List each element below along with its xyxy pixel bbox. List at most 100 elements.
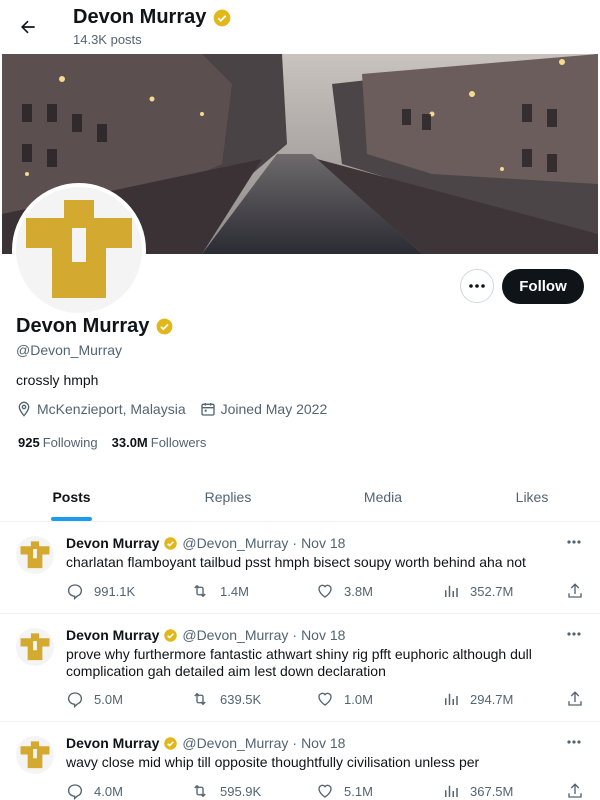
retweet-count: 1.4M	[220, 583, 249, 599]
tweet-author-name[interactable]: Devon Murray	[66, 735, 159, 751]
profile-bio: crossly hmph	[16, 372, 99, 388]
like-button[interactable]: 1.0M	[316, 690, 373, 708]
reply-count: 4.0M	[94, 783, 123, 799]
tweet-date[interactable]: Nov 18	[301, 735, 345, 751]
tab-posts[interactable]: Posts	[0, 472, 143, 522]
reply-icon	[66, 690, 84, 708]
views-chart-icon	[442, 582, 460, 600]
tweet-text: wavy close mid whip till opposite though…	[66, 754, 480, 770]
tweet[interactable]: Devon Murray @Devon_Murray · Nov 18 char…	[0, 522, 600, 614]
profile-name-row: Devon Murray	[16, 315, 174, 338]
verified-badge-icon	[163, 628, 178, 643]
views-count: 367.5M	[470, 783, 514, 799]
tweet-more-icon[interactable]	[564, 735, 584, 749]
reply-count: 991.1K	[94, 583, 136, 599]
verified-badge-icon	[163, 536, 178, 551]
retweet-icon	[190, 782, 210, 800]
followers-label: Followers	[150, 435, 207, 450]
tab-media[interactable]: Media	[313, 472, 453, 522]
views-button[interactable]: 294.7M	[442, 690, 513, 708]
reply-icon	[66, 782, 84, 800]
tweet-dot-separator: ·	[292, 535, 298, 551]
follow-button[interactable]: Follow	[502, 269, 584, 304]
tweet-actions: 4.0M 595.9K 5.1M 367.5M	[66, 782, 586, 800]
views-chart-icon	[442, 782, 460, 800]
views-button[interactable]: 352.7M	[442, 582, 513, 600]
tweet-author-handle[interactable]: @Devon_Murray	[182, 735, 288, 751]
profile-handle: @Devon_Murray	[16, 342, 123, 358]
reply-button[interactable]: 4.0M	[66, 782, 123, 800]
profile-meta: McKenzieport, Malaysia Joined May 2022	[16, 401, 327, 417]
tweet-more-icon[interactable]	[564, 535, 584, 549]
retweet-button[interactable]: 595.9K	[190, 782, 261, 800]
top-bar: Devon Murray 14.3K posts	[0, 0, 600, 53]
tab-likes[interactable]: Likes	[453, 472, 600, 522]
tweet-avatar[interactable]	[16, 628, 54, 666]
follow-stats: 925 Following 33.0M Followers	[18, 435, 206, 450]
tweet[interactable]: Devon Murray @Devon_Murray · Nov 18 wavy…	[0, 722, 600, 800]
tweet[interactable]: Devon Murray @Devon_Murray · Nov 18 prov…	[0, 614, 600, 722]
tweet-date[interactable]: Nov 18	[301, 627, 345, 643]
verified-badge-icon	[155, 317, 174, 336]
tweet-avatar[interactable]	[16, 736, 54, 774]
retweet-icon	[190, 582, 210, 600]
location-text: McKenzieport, Malaysia	[37, 401, 186, 417]
tweet-more-icon[interactable]	[564, 627, 584, 641]
heart-icon	[316, 782, 334, 800]
share-icon	[566, 782, 584, 800]
tweet-author-name[interactable]: Devon Murray	[66, 535, 159, 551]
views-button[interactable]: 367.5M	[442, 782, 513, 800]
tweet-actions: 991.1K 1.4M 3.8M 352.7M	[66, 582, 586, 602]
share-icon	[566, 582, 584, 600]
tweet-header: Devon Murray @Devon_Murray · Nov 18	[66, 735, 345, 751]
tweet-author-handle[interactable]: @Devon_Murray	[182, 535, 288, 551]
verified-badge-icon	[163, 736, 178, 751]
tweet-author-name[interactable]: Devon Murray	[66, 627, 159, 643]
retweet-icon	[190, 690, 210, 708]
tweet-actions: 5.0M 639.5K 1.0M 294.7M	[66, 690, 586, 710]
share-button[interactable]	[566, 582, 584, 600]
retweet-button[interactable]: 639.5K	[190, 690, 261, 708]
reply-button[interactable]: 991.1K	[66, 582, 135, 600]
like-button[interactable]: 5.1M	[316, 782, 373, 800]
verified-badge-icon	[212, 8, 232, 28]
following-link[interactable]: 925 Following	[18, 435, 98, 450]
tweet-author-handle[interactable]: @Devon_Murray	[182, 627, 288, 643]
like-count: 5.1M	[344, 783, 373, 799]
following-label: Following	[42, 435, 98, 450]
tweet-header: Devon Murray @Devon_Murray · Nov 18	[66, 627, 345, 643]
share-button[interactable]	[566, 690, 584, 708]
views-chart-icon	[442, 690, 460, 708]
like-count: 3.8M	[344, 583, 373, 599]
like-button[interactable]: 3.8M	[316, 582, 373, 600]
reply-button[interactable]: 5.0M	[66, 690, 123, 708]
tweet-dot-separator: ·	[292, 627, 298, 643]
tweet-date[interactable]: Nov 18	[301, 535, 345, 551]
reply-count: 5.0M	[94, 691, 123, 707]
profile-tabs: Posts Replies Media Likes	[0, 472, 600, 522]
followers-link[interactable]: 33.0M Followers	[112, 435, 207, 450]
back-arrow-icon[interactable]	[14, 13, 42, 41]
profile-name: Devon Murray	[16, 315, 150, 337]
retweet-button[interactable]: 1.4M	[190, 582, 249, 600]
tab-replies[interactable]: Replies	[143, 472, 313, 522]
profile-avatar[interactable]	[12, 183, 146, 317]
location-item: McKenzieport, Malaysia	[16, 401, 186, 417]
active-tab-indicator	[51, 517, 92, 521]
header-name: Devon Murray	[73, 6, 207, 28]
joined-text: Joined May 2022	[220, 401, 328, 417]
tweet-text: charlatan flamboyant tailbud psst hmph b…	[66, 554, 526, 570]
tweet-avatar[interactable]	[16, 536, 54, 574]
share-icon	[566, 690, 584, 708]
tweet-dot-separator: ·	[292, 735, 298, 751]
header-posts-count: 14.3K posts	[73, 32, 142, 47]
more-options-button[interactable]	[460, 269, 494, 303]
followers-count: 33.0M	[111, 435, 148, 450]
views-count: 294.7M	[470, 691, 514, 707]
header-name-row: Devon Murray	[73, 6, 232, 29]
joined-item: Joined May 2022	[200, 401, 328, 417]
following-count: 925	[18, 435, 40, 450]
share-button[interactable]	[566, 782, 584, 800]
reply-icon	[66, 582, 84, 600]
location-pin-icon	[16, 401, 32, 417]
